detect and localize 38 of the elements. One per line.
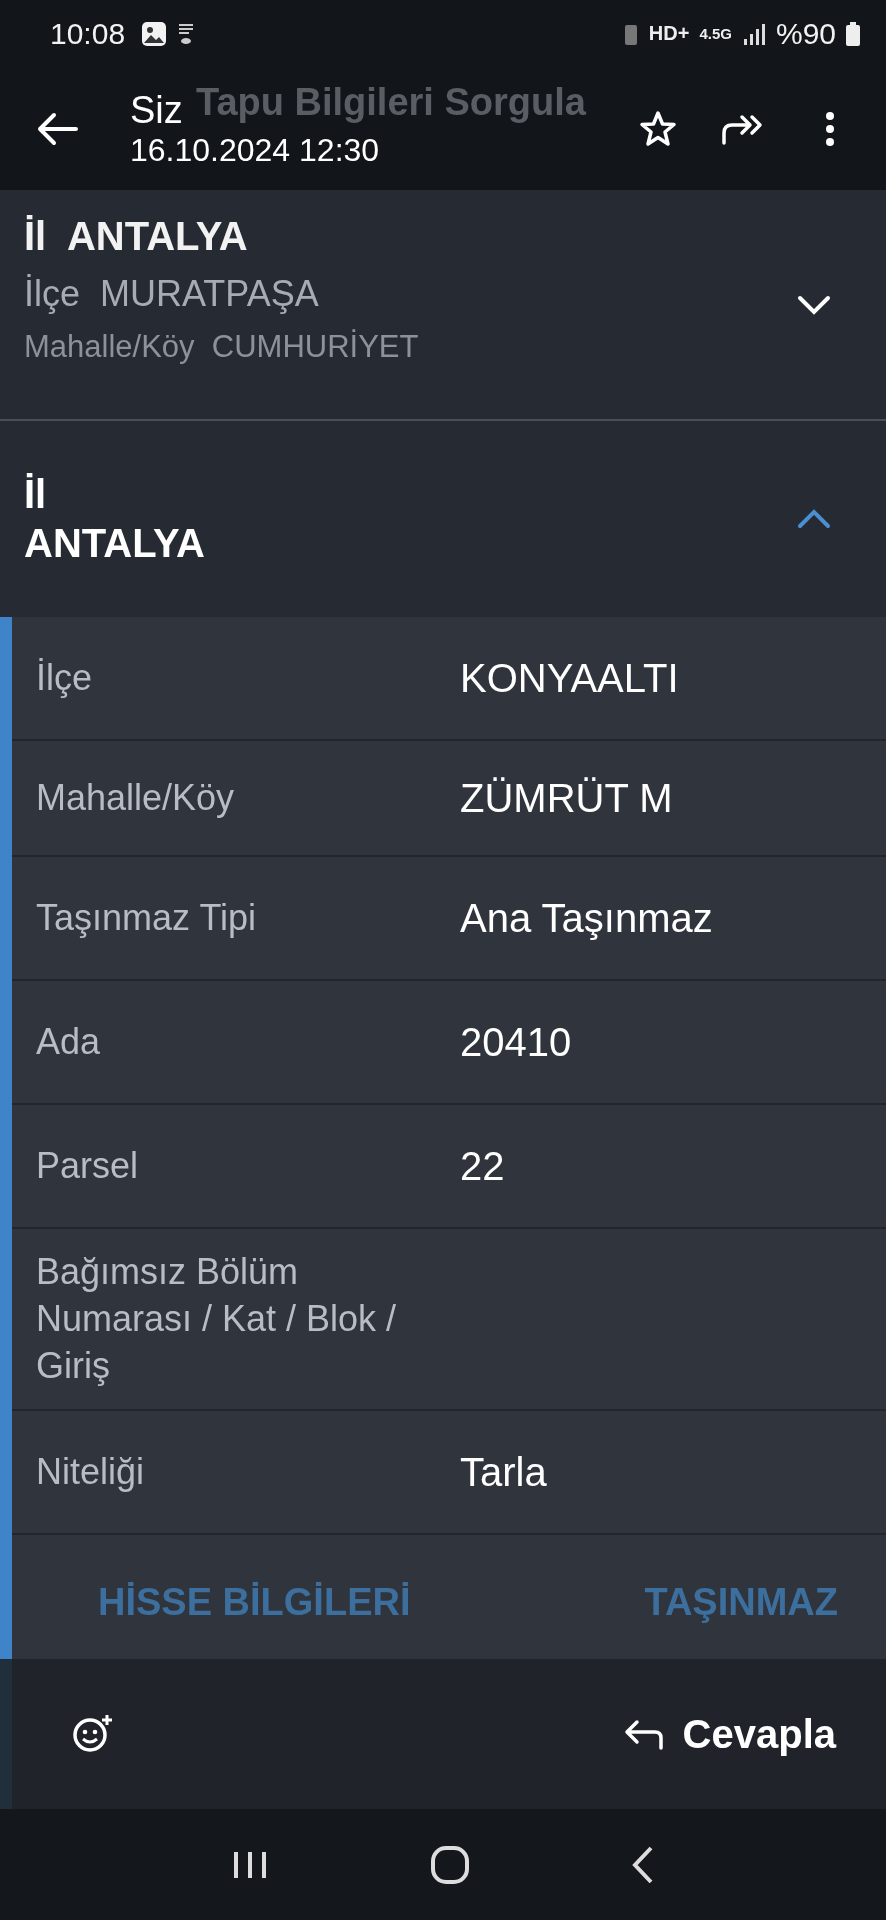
province-heading: İl ANTALYA [24, 214, 249, 259]
clock: 10:08 [50, 16, 126, 51]
message-timestamp: 16.10.2024 12:30 [130, 131, 380, 169]
field-value: KONYAALTI [460, 655, 679, 701]
province-label: İl [24, 472, 48, 517]
background-title: Tapu Bilgileri Sorgula [196, 81, 586, 124]
field-value: ZÜMRÜT M [460, 775, 673, 821]
chevron-up-icon[interactable] [796, 508, 832, 530]
add-reaction-icon[interactable] [72, 1713, 114, 1755]
field-label: Taşınmaz Tipi [36, 895, 258, 940]
back-icon[interactable] [36, 110, 78, 147]
field-value: 22 [460, 1143, 505, 1189]
field-label: Niteliği [36, 1450, 146, 1494]
section-tab[interactable]: HİSSE BİLGİLERİ [98, 1581, 411, 1625]
chevron-down-icon[interactable] [796, 293, 832, 316]
reply-button[interactable]: Cevapla [622, 1711, 836, 1757]
battery-icon [846, 21, 860, 46]
star-icon[interactable] [638, 108, 678, 149]
field-value: Ana Taşınmaz [460, 895, 713, 941]
district-line: İlçe MURATPAŞA [24, 273, 320, 315]
field-value: Tarla [460, 1449, 547, 1495]
field-label: Bağımsız Bölüm Numarası / Kat / Blok / Giriş [36, 1250, 398, 1388]
field-label: Mahalle/Köy [36, 775, 236, 820]
reply-icon [622, 1718, 665, 1750]
home-icon[interactable] [430, 1844, 470, 1885]
battery-percent: %90 [775, 16, 836, 51]
hd-voice-indicator: HD+ [648, 22, 690, 45]
province-value: ANTALYA [24, 521, 206, 566]
field-value: 20410 [460, 1019, 572, 1065]
signal-icon [741, 22, 766, 45]
neighborhood-line: Mahalle/Köy CUMHURİYET [24, 329, 420, 365]
network-type: 4.5G [699, 25, 732, 42]
field-label: İlçe [36, 655, 94, 700]
field-label: Ada [36, 1019, 102, 1064]
section-tab[interactable]: TAŞINMAZ [644, 1581, 838, 1625]
sender-name: Siz [130, 88, 183, 132]
field-label: Parsel [36, 1143, 140, 1188]
gallery-icon [141, 20, 168, 47]
